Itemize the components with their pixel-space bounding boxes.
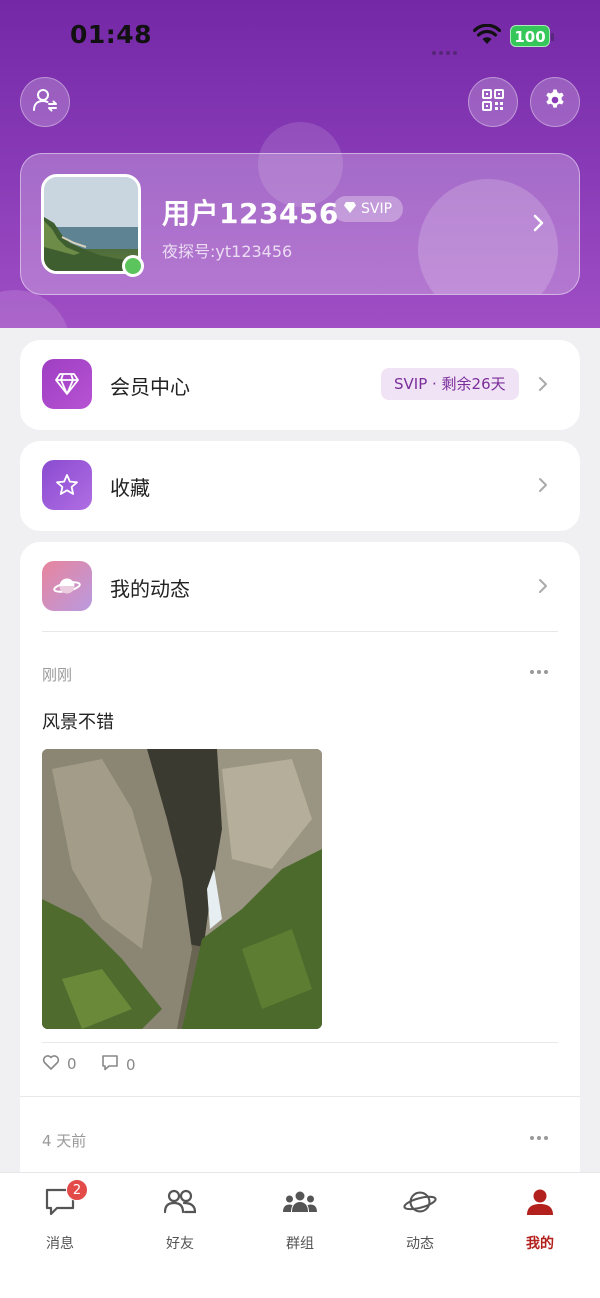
status-time: 01:48 bbox=[70, 20, 153, 49]
vip-center-card[interactable]: 会员中心 SVIP · 剩余26天 bbox=[20, 340, 580, 430]
menu-label: 收藏 bbox=[110, 476, 150, 500]
my-posts-card: 我的动态 刚刚 风景不错 0 0 4 天前 bbox=[20, 542, 580, 1202]
switch-account-button[interactable] bbox=[20, 77, 70, 127]
svip-tag-label: SVIP bbox=[361, 201, 393, 217]
post-time: 刚刚 bbox=[42, 666, 73, 684]
profile-header: 01:48 100 用户123456 SVIP 夜探号:yt123456 bbox=[0, 0, 600, 328]
post-text: 风景不错 bbox=[42, 712, 114, 733]
like-count: 0 bbox=[67, 1055, 77, 1073]
post-photo[interactable] bbox=[42, 749, 322, 1029]
decor-bubble bbox=[0, 290, 70, 328]
profile-card[interactable]: 用户123456 SVIP 夜探号:yt123456 bbox=[20, 153, 580, 295]
comment-icon bbox=[101, 1054, 119, 1075]
divider bbox=[42, 631, 558, 632]
comment-count: 0 bbox=[126, 1055, 136, 1074]
post-time: 4 天前 bbox=[42, 1132, 87, 1150]
tab-label: 消息 bbox=[46, 1236, 74, 1252]
divider bbox=[42, 1042, 558, 1043]
group-icon bbox=[283, 1185, 317, 1219]
username: 用户123456 bbox=[162, 197, 339, 230]
tab-label: 群组 bbox=[286, 1236, 314, 1252]
tab-friends[interactable]: 好友 bbox=[120, 1185, 240, 1255]
menu-label: 我的动态 bbox=[110, 577, 190, 601]
battery-indicator: 100 bbox=[510, 25, 554, 47]
menu-row-my-posts[interactable]: 我的动态 bbox=[20, 542, 580, 632]
chevron-right-icon bbox=[538, 376, 548, 396]
comment-button[interactable]: 0 bbox=[101, 1054, 136, 1075]
diamond-icon bbox=[42, 359, 92, 409]
like-button[interactable]: 0 bbox=[42, 1054, 77, 1074]
planet-icon bbox=[42, 561, 92, 611]
vip-remaining-badge: SVIP · 剩余26天 bbox=[381, 368, 519, 400]
unread-badge: 2 bbox=[66, 1179, 88, 1201]
favorites-card[interactable]: 收藏 bbox=[20, 441, 580, 531]
wifi-icon bbox=[472, 23, 502, 50]
canyon-photo bbox=[42, 749, 322, 1029]
tab-messages[interactable]: 2 消息 bbox=[0, 1179, 120, 1255]
user-switch-icon bbox=[32, 87, 58, 117]
tab-label: 我的 bbox=[526, 1236, 554, 1252]
qr-code-icon bbox=[482, 89, 504, 115]
tab-label: 好友 bbox=[166, 1236, 194, 1252]
gear-icon bbox=[543, 88, 567, 116]
online-status-dot bbox=[122, 255, 144, 277]
friends-icon bbox=[163, 1185, 197, 1219]
avatar-landscape-image bbox=[44, 177, 138, 271]
settings-button[interactable] bbox=[530, 77, 580, 127]
more-options-icon[interactable] bbox=[530, 1136, 550, 1142]
planet-icon bbox=[403, 1185, 437, 1219]
status-bar: 01:48 100 bbox=[0, 0, 600, 70]
svip-tag: SVIP bbox=[333, 196, 404, 222]
tab-moments[interactable]: 动态 bbox=[360, 1185, 480, 1255]
tab-label: 动态 bbox=[406, 1236, 434, 1252]
more-options-icon[interactable] bbox=[530, 670, 550, 676]
chevron-right-icon bbox=[538, 578, 548, 598]
menu-row-favorites[interactable]: 收藏 bbox=[20, 441, 580, 531]
chevron-right-icon bbox=[533, 214, 545, 236]
menu-label: 会员中心 bbox=[110, 375, 190, 399]
chevron-right-icon bbox=[538, 477, 548, 497]
heart-icon bbox=[42, 1054, 60, 1074]
bottom-tab-bar: 2 消息 好友 群组 动态 我的 bbox=[0, 1172, 600, 1298]
diamond-icon bbox=[344, 196, 356, 222]
tab-groups[interactable]: 群组 bbox=[240, 1185, 360, 1255]
divider bbox=[20, 1096, 580, 1097]
qr-code-button[interactable] bbox=[468, 77, 518, 127]
menu-row-vip-center[interactable]: 会员中心 SVIP · 剩余26天 bbox=[20, 340, 580, 430]
decor-bubble bbox=[418, 179, 558, 294]
person-icon bbox=[523, 1185, 557, 1219]
cellular-signal-icon bbox=[432, 40, 462, 55]
user-id: 夜探号:yt123456 bbox=[162, 242, 293, 261]
tab-me[interactable]: 我的 bbox=[480, 1185, 600, 1255]
star-icon bbox=[42, 460, 92, 510]
